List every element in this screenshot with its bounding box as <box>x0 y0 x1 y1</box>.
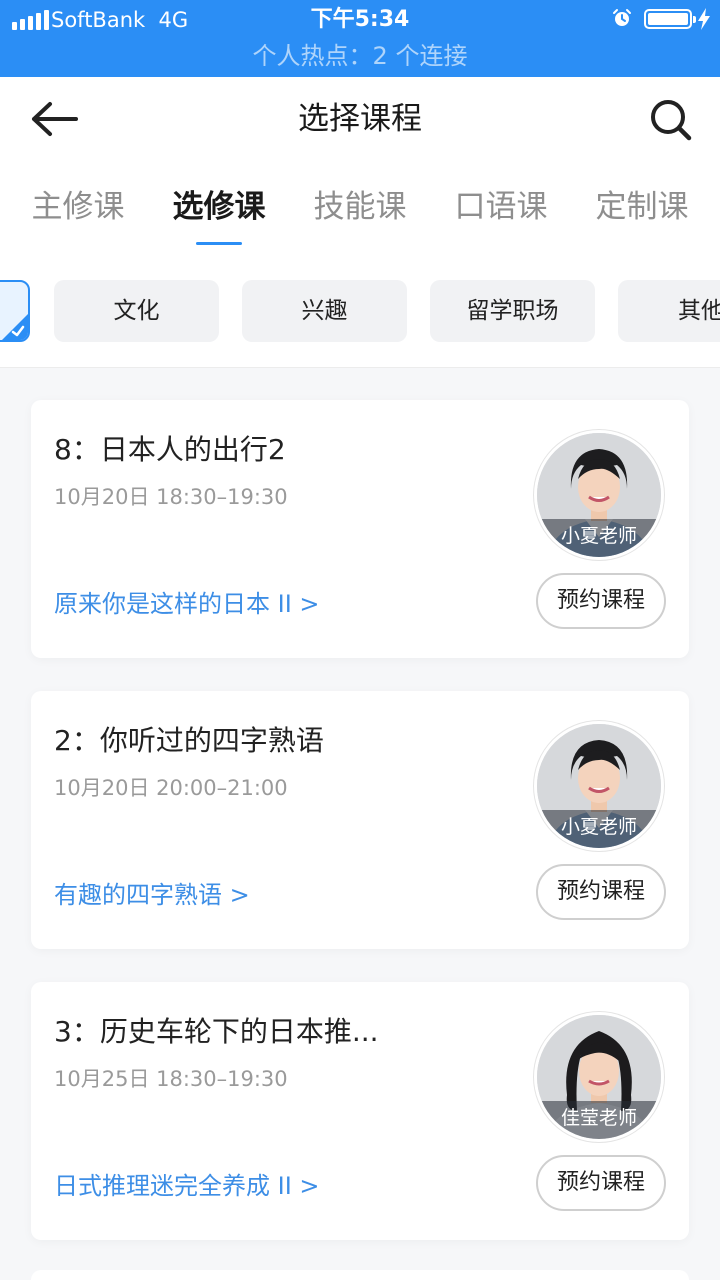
charging-icon <box>698 8 710 30</box>
teacher-name: 小夏老师 <box>537 519 661 557</box>
series-link[interactable]: 原来你是这样的日本 II > <box>54 586 320 622</box>
tab-custom[interactable]: 定制课 <box>572 187 712 227</box>
tab-skills[interactable]: 技能课 <box>290 187 430 227</box>
book-course-button[interactable]: 预约课程 <box>536 864 666 920</box>
course-title: 8：日本人的出行2 <box>54 433 286 466</box>
book-course-button[interactable]: 预约课程 <box>536 1155 666 1211</box>
filter-chip-other[interactable]: 其他 <box>618 280 720 342</box>
book-course-button[interactable]: 预约课程 <box>536 573 666 629</box>
course-card[interactable]: 3：历史车轮下的日本推... 10月25日 18:30–19:30 日式推理迷完… <box>31 982 689 1240</box>
tab-elective[interactable]: 选修课 <box>149 187 289 227</box>
search-icon[interactable] <box>648 97 694 143</box>
checkmark-icon <box>11 325 25 337</box>
page-title: 选择课程 <box>298 101 422 137</box>
course-time: 10月20日 18:30–19:30 <box>54 485 288 509</box>
battery-icon <box>644 9 696 29</box>
series-link[interactable]: 有趣的四字熟语 > <box>54 877 250 913</box>
filter-chip-career[interactable]: 留学职场 <box>430 280 595 342</box>
teacher-name: 佳莹老师 <box>537 1101 661 1139</box>
course-type-tabs: 主修课 选修课 技能课 口语课 定制课 <box>0 161 720 261</box>
filter-chip-interest[interactable]: 兴趣 <box>242 280 407 342</box>
hotspot-banner[interactable]: 个人热点：2 个连接 <box>0 41 720 71</box>
active-tab-indicator <box>196 242 242 245</box>
course-title: 3：历史车轮下的日本推... <box>54 1015 379 1048</box>
course-title: 2：你听过的四字熟语 <box>54 724 324 757</box>
tab-speaking[interactable]: 口语课 <box>431 187 571 227</box>
status-bar: SoftBank 4G 下午5:34 个人热点：2 个连接 <box>0 0 720 77</box>
series-link[interactable]: 日式推理迷完全养成 II > <box>54 1168 320 1204</box>
course-time: 10月20日 20:00–21:00 <box>54 776 288 800</box>
teacher-avatar[interactable]: 小夏老师 <box>534 430 664 560</box>
course-card[interactable]: 2：你听过的四字熟语 10月20日 20:00–21:00 有趣的四字熟语 > … <box>31 691 689 949</box>
course-time: 10月25日 18:30–19:30 <box>54 1067 288 1091</box>
category-filter-bar: 文化 兴趣 留学职场 其他 <box>0 261 720 368</box>
teacher-name: 小夏老师 <box>537 810 661 848</box>
course-card[interactable]: 8：日本人的出行2 10月20日 18:30–19:30 原来你是这样的日本 I… <box>31 400 689 658</box>
filter-chip-culture[interactable]: 文化 <box>54 280 219 342</box>
teacher-avatar[interactable]: 小夏老师 <box>534 721 664 851</box>
tab-major[interactable]: 主修课 <box>8 187 148 227</box>
course-card-partial[interactable] <box>31 1270 689 1280</box>
teacher-avatar[interactable]: 佳莹老师 <box>534 1012 664 1142</box>
nav-header: 选择课程 <box>0 77 720 161</box>
selected-filter-chip[interactable] <box>0 280 30 342</box>
alarm-icon <box>613 9 631 26</box>
